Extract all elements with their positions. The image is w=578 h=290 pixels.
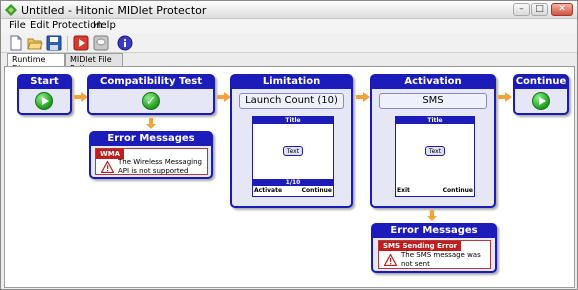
toolbar-separator bbox=[67, 36, 68, 51]
continue-play-icon[interactable] bbox=[532, 92, 550, 110]
menu-file[interactable]: File bbox=[9, 20, 26, 31]
app-logo-icon bbox=[5, 4, 17, 16]
activation-phone-text: Text bbox=[425, 146, 445, 156]
title-bar: Untitled - Hitonic MIDlet Protector – □ … bbox=[1, 1, 577, 19]
warning-icon bbox=[101, 161, 114, 173]
info-icon[interactable] bbox=[117, 35, 133, 51]
activation-phone-preview: Title Text Exit Continue bbox=[395, 116, 475, 197]
maximize-button[interactable]: □ bbox=[531, 3, 548, 16]
app-window: Untitled - Hitonic MIDlet Protector – □ … bbox=[0, 0, 578, 290]
settings-icon[interactable] bbox=[93, 35, 109, 51]
activation-error-line1: The SMS message was bbox=[401, 251, 481, 259]
arrow-compat-to-error bbox=[146, 118, 156, 129]
open-folder-icon[interactable] bbox=[27, 35, 43, 51]
tab-midlet-file-paths[interactable]: MIDlet File Paths bbox=[65, 53, 123, 73]
limitation-launch-count-field[interactable]: Launch Count (10) bbox=[239, 93, 344, 109]
activation-softkey-continue: Continue bbox=[442, 187, 473, 194]
menu-help[interactable]: Help bbox=[93, 20, 116, 31]
activation-error-box: SMS Sending Error The SMS message was no… bbox=[378, 240, 491, 269]
limitation-phone-preview: Title Text 1/10 Activate Continue bbox=[252, 116, 334, 197]
window-title: Untitled - Hitonic MIDlet Protector bbox=[21, 4, 207, 17]
limitation-phone-text: Text bbox=[283, 146, 303, 156]
limitation-softkey-continue: Continue bbox=[301, 187, 332, 194]
activation-error-title: Error Messages bbox=[372, 224, 496, 238]
menu-edit[interactable]: Edit bbox=[30, 20, 49, 31]
compat-error-messages-node[interactable]: Error Messages WMA The Wireless Messagin… bbox=[89, 131, 213, 179]
compatibility-test-title: Compatibility Test bbox=[88, 75, 214, 89]
minimize-button[interactable]: – bbox=[513, 3, 530, 16]
activation-phone-softkeys: Exit Continue bbox=[397, 187, 473, 195]
activation-title: Activation bbox=[371, 75, 495, 89]
continue-node[interactable]: Continue bbox=[513, 74, 569, 115]
new-document-icon[interactable] bbox=[8, 35, 24, 51]
arrow-start-to-compat bbox=[74, 92, 88, 102]
arrow-activation-to-continue bbox=[498, 92, 512, 102]
activation-node[interactable]: Activation SMS Title Text Exit Continue bbox=[370, 74, 496, 208]
check-icon: ✓ bbox=[142, 92, 160, 110]
limitation-phone-softkeys: Activate Continue bbox=[254, 187, 332, 195]
compat-error-box: WMA The Wireless Messaging API is not su… bbox=[95, 148, 208, 175]
activation-error-line2: not sent bbox=[401, 260, 430, 268]
tab-strip: Runtime Diagram MIDlet File Paths bbox=[1, 53, 577, 73]
close-button[interactable]: ✕ bbox=[551, 3, 573, 16]
arrow-limitation-to-activation bbox=[356, 92, 370, 102]
menu-bar: File Edit Protection Help bbox=[1, 19, 577, 33]
limitation-title: Limitation bbox=[231, 75, 352, 89]
limitation-node[interactable]: Limitation Launch Count (10) Title Text … bbox=[230, 74, 353, 208]
compat-error-line1: The Wireless Messaging bbox=[118, 158, 202, 166]
compat-error-title: Error Messages bbox=[90, 132, 212, 146]
start-node[interactable]: Start bbox=[17, 74, 72, 115]
limitation-phone-title: Title bbox=[253, 117, 333, 124]
activation-error-messages-node[interactable]: Error Messages SMS Sending Error The SMS… bbox=[371, 223, 497, 273]
activation-phone-title: Title bbox=[396, 117, 474, 124]
activation-error-code: SMS Sending Error bbox=[379, 241, 462, 251]
start-play-icon[interactable] bbox=[35, 92, 53, 110]
save-icon[interactable] bbox=[46, 35, 62, 51]
activation-softkey-exit: Exit bbox=[397, 187, 410, 194]
arrow-compat-to-limitation bbox=[217, 92, 231, 102]
run-icon[interactable] bbox=[73, 35, 89, 51]
toolbar bbox=[1, 33, 577, 53]
activation-sms-field[interactable]: SMS bbox=[379, 93, 487, 109]
start-title: Start bbox=[18, 75, 71, 89]
continue-title: Continue bbox=[514, 75, 568, 89]
compatibility-test-node[interactable]: Compatibility Test ✓ bbox=[87, 74, 215, 115]
limitation-softkey-activate: Activate bbox=[254, 187, 283, 194]
warning-icon bbox=[384, 254, 397, 266]
arrow-activation-to-error bbox=[427, 210, 437, 221]
tab-runtime-diagram[interactable]: Runtime Diagram bbox=[7, 53, 65, 73]
limitation-phone-counter: 1/10 bbox=[253, 179, 333, 186]
diagram-canvas: Start Compatibility Test ✓ Error Message… bbox=[4, 66, 575, 288]
compat-error-line2: API is not supported bbox=[118, 167, 189, 175]
